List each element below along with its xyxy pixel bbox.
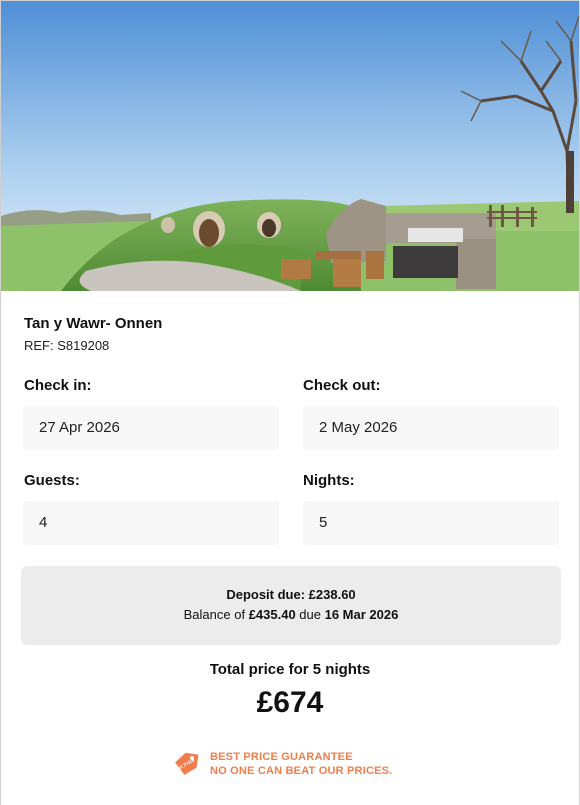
balance-prefix: Balance of [183,607,249,622]
property-title: Tan y Wawr- Onnen [24,315,163,332]
check-out-field[interactable]: 2 May 2026 [303,406,559,450]
guarantee-line-2: NO ONE CAN BEAT OUR PRICES. [210,765,393,777]
guarantee-line-1: BEST PRICE GUARANTEE [210,751,353,763]
guests-field[interactable]: 4 [23,501,279,545]
price-tag-icon: Best Price [172,752,199,775]
balance-mid: due [295,607,325,622]
property-photo [1,1,579,291]
payment-summary-box: Deposit due: £238.60 Balance of £435.40 … [21,566,561,645]
balance-date: 16 Mar 2026 [324,607,399,622]
balance-amount: £435.40 [248,607,296,622]
deposit-amount: £238.60 [308,587,356,602]
check-in-label: Check in: [24,377,92,394]
balance-line: Balance of £435.40 due 16 Mar 2026 [21,607,561,622]
best-price-guarantee: Best Price BEST PRICE GUARANTEE NO ONE C… [172,750,392,778]
property-reference: REF: S819208 [24,338,110,353]
nights-label: Nights: [303,472,355,489]
total-price-value: £674 [256,686,324,719]
total-price-label: Total price for 5 nights [209,661,371,678]
check-in-field[interactable]: 27 Apr 2026 [23,406,279,450]
guests-label: Guests: [24,472,80,489]
nights-field[interactable]: 5 [303,501,559,545]
guarantee-text: BEST PRICE GUARANTEE NO ONE CAN BEAT OUR… [210,750,392,778]
deposit-prefix: Deposit due: [226,587,309,602]
check-out-label: Check out: [303,377,381,394]
deposit-line: Deposit due: £238.60 [21,587,561,602]
